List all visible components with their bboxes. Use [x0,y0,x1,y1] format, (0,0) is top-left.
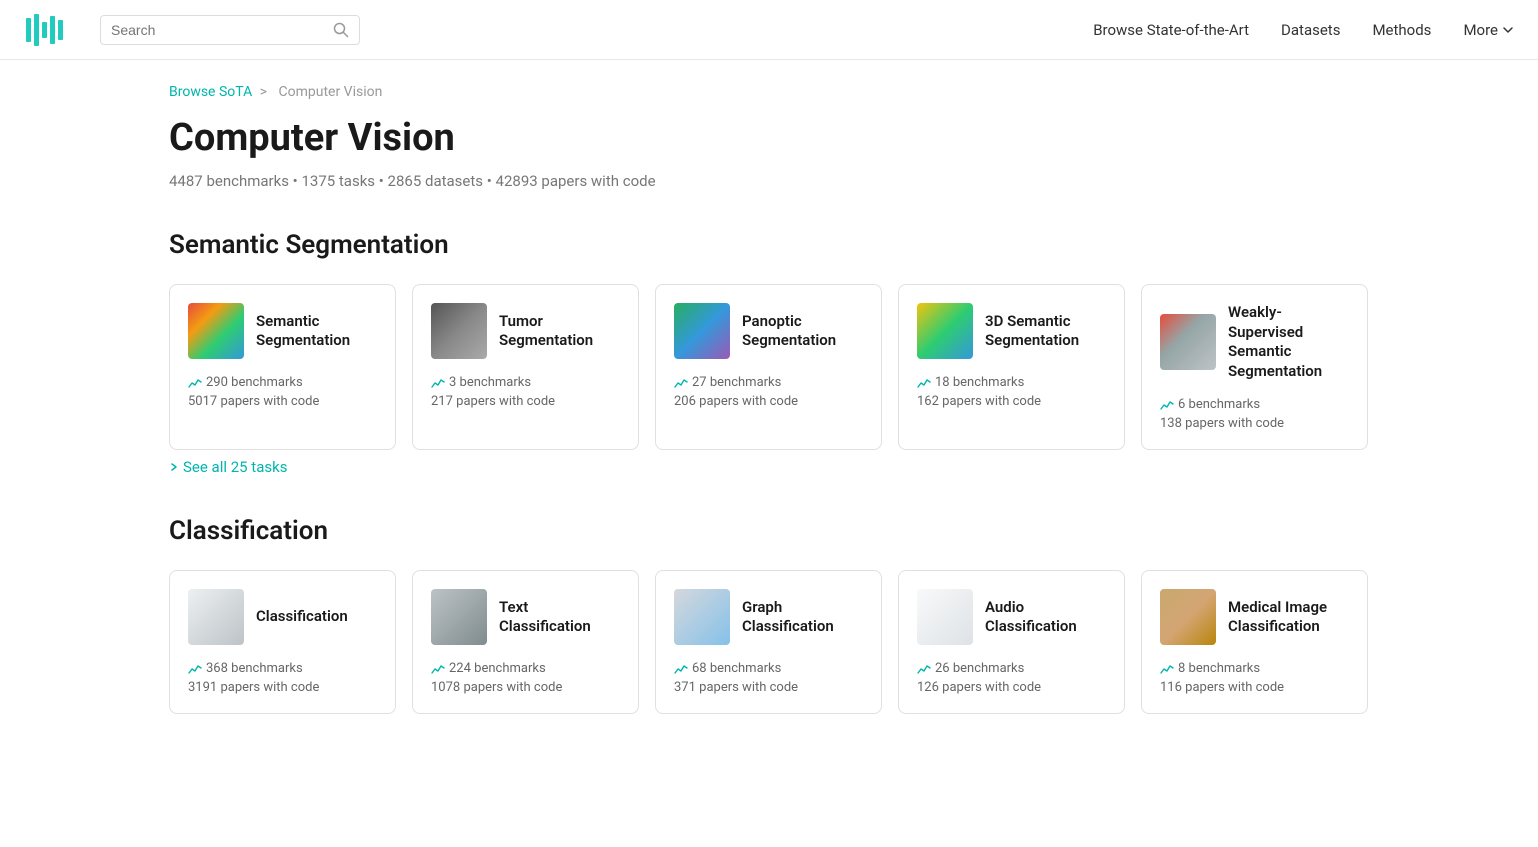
card-papers: 206 papers with code [674,394,863,409]
nav-browse-sota[interactable]: Browse State-of-the-Art [1093,21,1249,39]
chart-icon [917,376,931,390]
chart-icon [1160,398,1174,412]
cards-row-semantic-segmentation: Semantic Segmentation 290 benchmarks 501… [169,284,1369,450]
card-4-semantic-segmentation[interactable]: Weakly-Supervised Semantic Segmentation … [1141,284,1368,450]
card-3-classification[interactable]: Audio Classification 26 benchmarks 126 p… [898,570,1125,714]
card-header: Audio Classification [917,589,1106,645]
card-header: Semantic Segmentation [188,303,377,359]
nav-more[interactable]: More [1463,21,1514,39]
card-thumbnail [431,303,487,359]
search-input[interactable] [111,22,327,38]
card-name: Graph Classification [742,598,863,637]
card-header: Medical Image Classification [1160,589,1349,645]
card-2-semantic-segmentation[interactable]: Panoptic Segmentation 27 benchmarks 206 … [655,284,882,450]
chart-icon [674,662,688,676]
card-papers: 217 papers with code [431,394,620,409]
card-papers: 1078 papers with code [431,680,620,695]
card-benchmarks: 27 benchmarks [674,375,863,390]
card-4-classification[interactable]: Medical Image Classification 8 benchmark… [1141,570,1368,714]
card-1-classification[interactable]: Text Classification 224 benchmarks 1078 … [412,570,639,714]
card-papers: 126 papers with code [917,680,1106,695]
card-thumbnail [1160,589,1216,645]
card-name: Audio Classification [985,598,1106,637]
nav-datasets[interactable]: Datasets [1281,21,1340,39]
sections-container: Semantic Segmentation Semantic Segmentat… [169,230,1369,714]
chart-icon [188,662,202,676]
card-benchmarks: 18 benchmarks [917,375,1106,390]
chart-icon [431,662,445,676]
breadcrumb-parent[interactable]: Browse SoTA [169,84,252,100]
card-0-classification[interactable]: Classification 368 benchmarks 3191 paper… [169,570,396,714]
card-thumbnail [188,589,244,645]
card-header: Graph Classification [674,589,863,645]
card-header: Classification [188,589,377,645]
card-name: Semantic Segmentation [256,312,377,351]
chart-icon [917,662,931,676]
search-box[interactable] [100,15,360,45]
page-content: Browse SoTA > Computer Vision Computer V… [129,60,1409,794]
card-name: Classification [256,607,348,627]
card-thumbnail [917,303,973,359]
card-name: Weakly-Supervised Semantic Segmentation [1228,303,1349,381]
chart-icon [188,376,202,390]
card-3-semantic-segmentation[interactable]: 3D Semantic Segmentation 18 benchmarks 1… [898,284,1125,450]
card-header: Tumor Segmentation [431,303,620,359]
section-title-semantic-segmentation: Semantic Segmentation [169,230,1369,260]
navbar: Browse State-of-the-Art Datasets Methods… [0,0,1538,60]
chart-icon [1160,662,1174,676]
card-name: Medical Image Classification [1228,598,1349,637]
card-benchmarks: 290 benchmarks [188,375,377,390]
card-papers: 371 papers with code [674,680,863,695]
card-name: Text Classification [499,598,620,637]
card-name: Panoptic Segmentation [742,312,863,351]
chart-icon [431,376,445,390]
chevron-down-icon [1502,24,1514,36]
card-name: 3D Semantic Segmentation [985,312,1106,351]
card-papers: 162 papers with code [917,394,1106,409]
cards-row-classification: Classification 368 benchmarks 3191 paper… [169,570,1369,714]
nav-links: Browse State-of-the-Art Datasets Methods… [1093,21,1514,39]
search-icon [333,22,349,38]
logo[interactable] [24,10,64,50]
breadcrumb-current: Computer Vision [279,84,383,100]
card-benchmarks: 3 benchmarks [431,375,620,390]
card-header: Weakly-Supervised Semantic Segmentation [1160,303,1349,381]
card-benchmarks: 68 benchmarks [674,661,863,676]
chart-icon [674,376,688,390]
card-header: Text Classification [431,589,620,645]
card-benchmarks: 6 benchmarks [1160,397,1349,412]
page-title: Computer Vision [169,116,1369,160]
card-2-classification[interactable]: Graph Classification 68 benchmarks 371 p… [655,570,882,714]
card-benchmarks: 368 benchmarks [188,661,377,676]
card-header: 3D Semantic Segmentation [917,303,1106,359]
card-1-semantic-segmentation[interactable]: Tumor Segmentation 3 benchmarks 217 pape… [412,284,639,450]
card-name: Tumor Segmentation [499,312,620,351]
card-0-semantic-segmentation[interactable]: Semantic Segmentation 290 benchmarks 501… [169,284,396,450]
card-benchmarks: 8 benchmarks [1160,661,1349,676]
chevron-right-icon [169,462,179,472]
breadcrumb: Browse SoTA > Computer Vision [169,84,1369,100]
card-benchmarks: 26 benchmarks [917,661,1106,676]
card-thumbnail [674,589,730,645]
card-papers: 5017 papers with code [188,394,377,409]
card-thumbnail [188,303,244,359]
card-thumbnail [674,303,730,359]
see-all-link-semantic-segmentation[interactable]: See all 25 tasks [169,458,287,476]
card-header: Panoptic Segmentation [674,303,863,359]
card-thumbnail [917,589,973,645]
section-classification: Classification Classification 368 benchm… [169,516,1369,714]
card-papers: 3191 papers with code [188,680,377,695]
nav-methods[interactable]: Methods [1372,21,1431,39]
card-thumbnail [1160,314,1216,370]
section-title-classification: Classification [169,516,1369,546]
breadcrumb-separator: > [260,84,267,100]
card-papers: 138 papers with code [1160,416,1349,431]
page-stats: 4487 benchmarks • 1375 tasks • 2865 data… [169,172,1369,190]
card-papers: 116 papers with code [1160,680,1349,695]
card-benchmarks: 224 benchmarks [431,661,620,676]
section-semantic-segmentation: Semantic Segmentation Semantic Segmentat… [169,230,1369,476]
card-thumbnail [431,589,487,645]
